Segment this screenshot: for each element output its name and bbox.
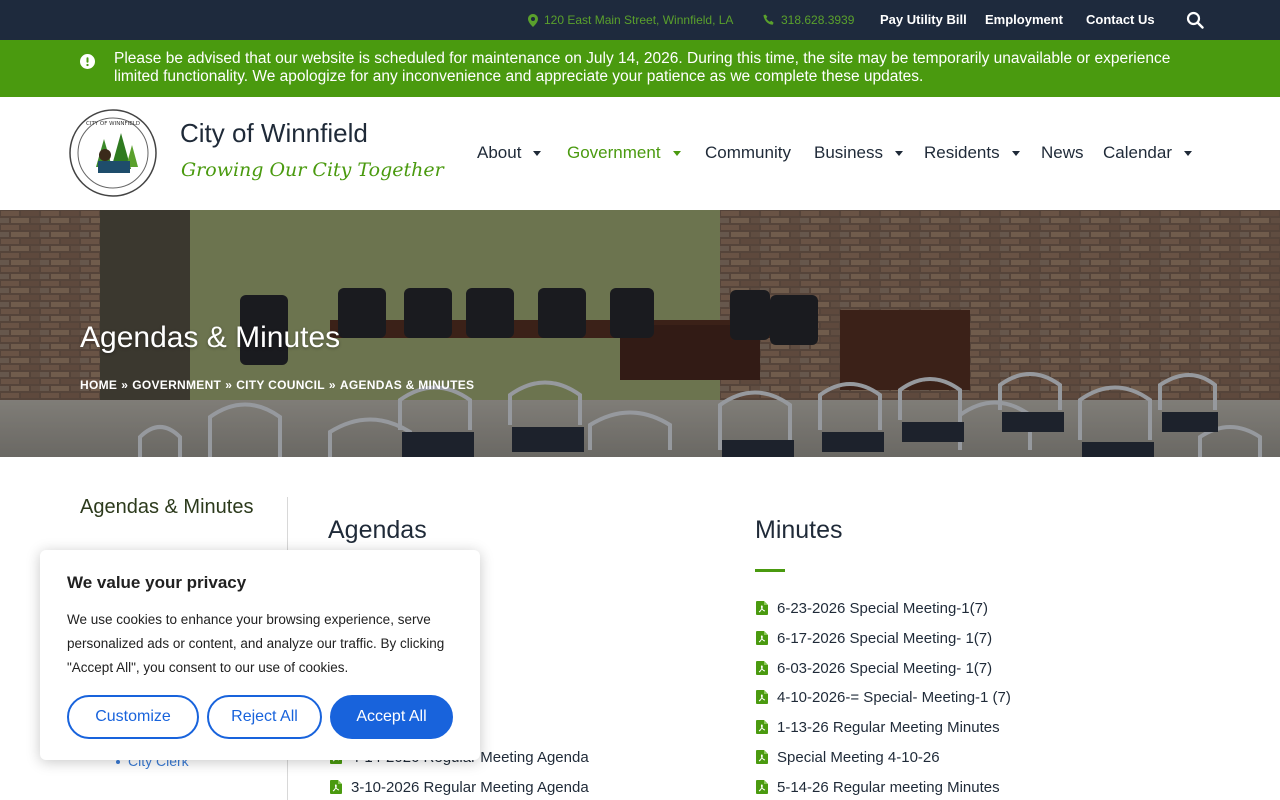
nav-business-label: Business: [814, 143, 883, 162]
caret-down-icon: [1184, 150, 1192, 156]
document-title: 6-17-2026 Special Meeting- 1(7): [777, 629, 993, 647]
breadcrumb-separator: »: [328, 378, 336, 392]
document-title: Special Meeting 4-10-26: [777, 748, 940, 766]
pdf-file-icon: [756, 690, 768, 704]
pdf-file-icon: [756, 750, 768, 764]
alert-icon: [80, 54, 95, 69]
cookie-body: We use cookies to enhance your browsing …: [67, 612, 445, 675]
reject-all-button[interactable]: Reject All: [207, 695, 322, 739]
nav-residents[interactable]: Residents: [924, 142, 1020, 164]
nav-news-label: News: [1041, 143, 1084, 162]
nav-news[interactable]: News: [1041, 142, 1084, 164]
minutes-document-link[interactable]: 6-17-2026 Special Meeting- 1(7): [756, 628, 992, 648]
caret-down-icon: [894, 150, 903, 156]
breadcrumb-separator: »: [225, 378, 233, 392]
customize-button[interactable]: Customize: [67, 695, 199, 739]
pdf-file-icon: [756, 720, 768, 734]
document-title: 5-14-26 Regular meeting Minutes: [777, 778, 1000, 796]
sidebar-title: Agendas & Minutes: [80, 496, 254, 518]
phone-text: 318.628.3939: [781, 13, 855, 27]
minutes-document-link[interactable]: 6-03-2026 Special Meeting- 1(7): [756, 658, 992, 678]
nav-government[interactable]: Government: [567, 142, 681, 164]
agendas-heading: Agendas: [328, 516, 427, 544]
maintenance-text: Please be advised that our website is sc…: [114, 50, 1171, 85]
search-icon[interactable]: [1186, 11, 1204, 29]
list-bullet: [116, 760, 120, 764]
pdf-file-icon: [756, 661, 768, 675]
site-header: CITY OF WINNFIELD City of Winnfield Grow…: [0, 97, 1280, 210]
breadcrumb-current: AGENDAS & MINUTES: [339, 378, 475, 392]
nav-community[interactable]: Community: [705, 142, 791, 164]
caret-down-icon: [533, 150, 542, 156]
caret-down-icon: [1011, 150, 1020, 156]
phone-link[interactable]: 318.628.3939: [763, 12, 854, 28]
agenda-document-link[interactable]: 3-10-2026 Regular Meeting Agenda: [330, 777, 589, 797]
document-title: 3-10-2026 Regular Meeting Agenda: [351, 778, 589, 796]
page-hero: Agendas & Minutes HOME » GOVERNMENT » CI…: [0, 210, 1280, 457]
pay-utility-bill-link[interactable]: Pay Utility Bill: [880, 12, 967, 27]
minutes-document-link[interactable]: 6-23-2026 Special Meeting-1(7): [756, 598, 988, 618]
employment-link[interactable]: Employment: [985, 12, 1063, 27]
minutes-document-link[interactable]: 5-14-26 Regular meeting Minutes: [756, 777, 1000, 797]
address-text: 120 East Main Street, Winnfield, LA: [544, 13, 734, 27]
page-title: Agendas & Minutes: [80, 321, 341, 354]
breadcrumb-city-council[interactable]: CITY COUNCIL: [236, 378, 325, 392]
site-title[interactable]: City of Winnfield: [180, 118, 368, 149]
site-tagline: Growing Our City Together: [181, 159, 444, 181]
logo-text: CITY OF WINNFIELD: [86, 121, 140, 127]
pdf-file-icon: [756, 601, 768, 615]
nav-calendar[interactable]: Calendar: [1103, 142, 1192, 164]
contact-us-link[interactable]: Contact Us: [1086, 12, 1155, 27]
pdf-file-icon: [756, 780, 768, 794]
city-seal-logo[interactable]: CITY OF WINNFIELD: [69, 109, 157, 197]
minutes-document-link[interactable]: 1-13-26 Regular Meeting Minutes: [756, 717, 1000, 737]
accept-all-button[interactable]: Accept All: [330, 695, 453, 739]
nav-government-label: Government: [567, 143, 661, 162]
document-title: 1-13-26 Regular Meeting Minutes: [777, 718, 1000, 736]
minutes-heading: Minutes: [755, 516, 843, 544]
document-title: 6-23-2026 Special Meeting-1(7): [777, 599, 988, 617]
address-link[interactable]: 120 East Main Street, Winnfield, LA: [528, 12, 733, 28]
map-pin-icon: [528, 13, 538, 27]
maintenance-banner: Please be advised that our website is sc…: [0, 40, 1280, 97]
breadcrumb-home[interactable]: HOME: [80, 378, 117, 392]
nav-community-label: Community: [705, 143, 791, 162]
pdf-file-icon: [756, 631, 768, 645]
breadcrumb-separator: »: [121, 378, 129, 392]
minutes-heading-rule: [755, 569, 785, 572]
caret-down-icon: [672, 150, 681, 156]
document-title: 6-03-2026 Special Meeting- 1(7): [777, 659, 993, 677]
document-title: 4-10-2026-= Special- Meeting-1 (7): [777, 688, 1011, 706]
top-utility-bar: 120 East Main Street, Winnfield, LA 318.…: [0, 0, 1280, 40]
cookie-title: We value your privacy: [67, 573, 247, 592]
breadcrumb: HOME » GOVERNMENT » CITY COUNCIL » AGEND…: [80, 378, 474, 392]
cookie-consent-dialog: We value your privacy We use cookies to …: [40, 550, 480, 760]
nav-residents-label: Residents: [924, 143, 1000, 162]
nav-about-label: About: [477, 143, 522, 162]
minutes-document-link[interactable]: 4-10-2026-= Special- Meeting-1 (7): [756, 687, 1011, 707]
pdf-file-icon: [330, 780, 342, 794]
minutes-document-link[interactable]: Special Meeting 4-10-26: [756, 747, 940, 767]
breadcrumb-government[interactable]: GOVERNMENT: [132, 378, 221, 392]
phone-icon: [763, 14, 774, 25]
nav-business[interactable]: Business: [814, 142, 903, 164]
nav-about[interactable]: About: [477, 142, 542, 164]
nav-calendar-label: Calendar: [1103, 143, 1172, 162]
